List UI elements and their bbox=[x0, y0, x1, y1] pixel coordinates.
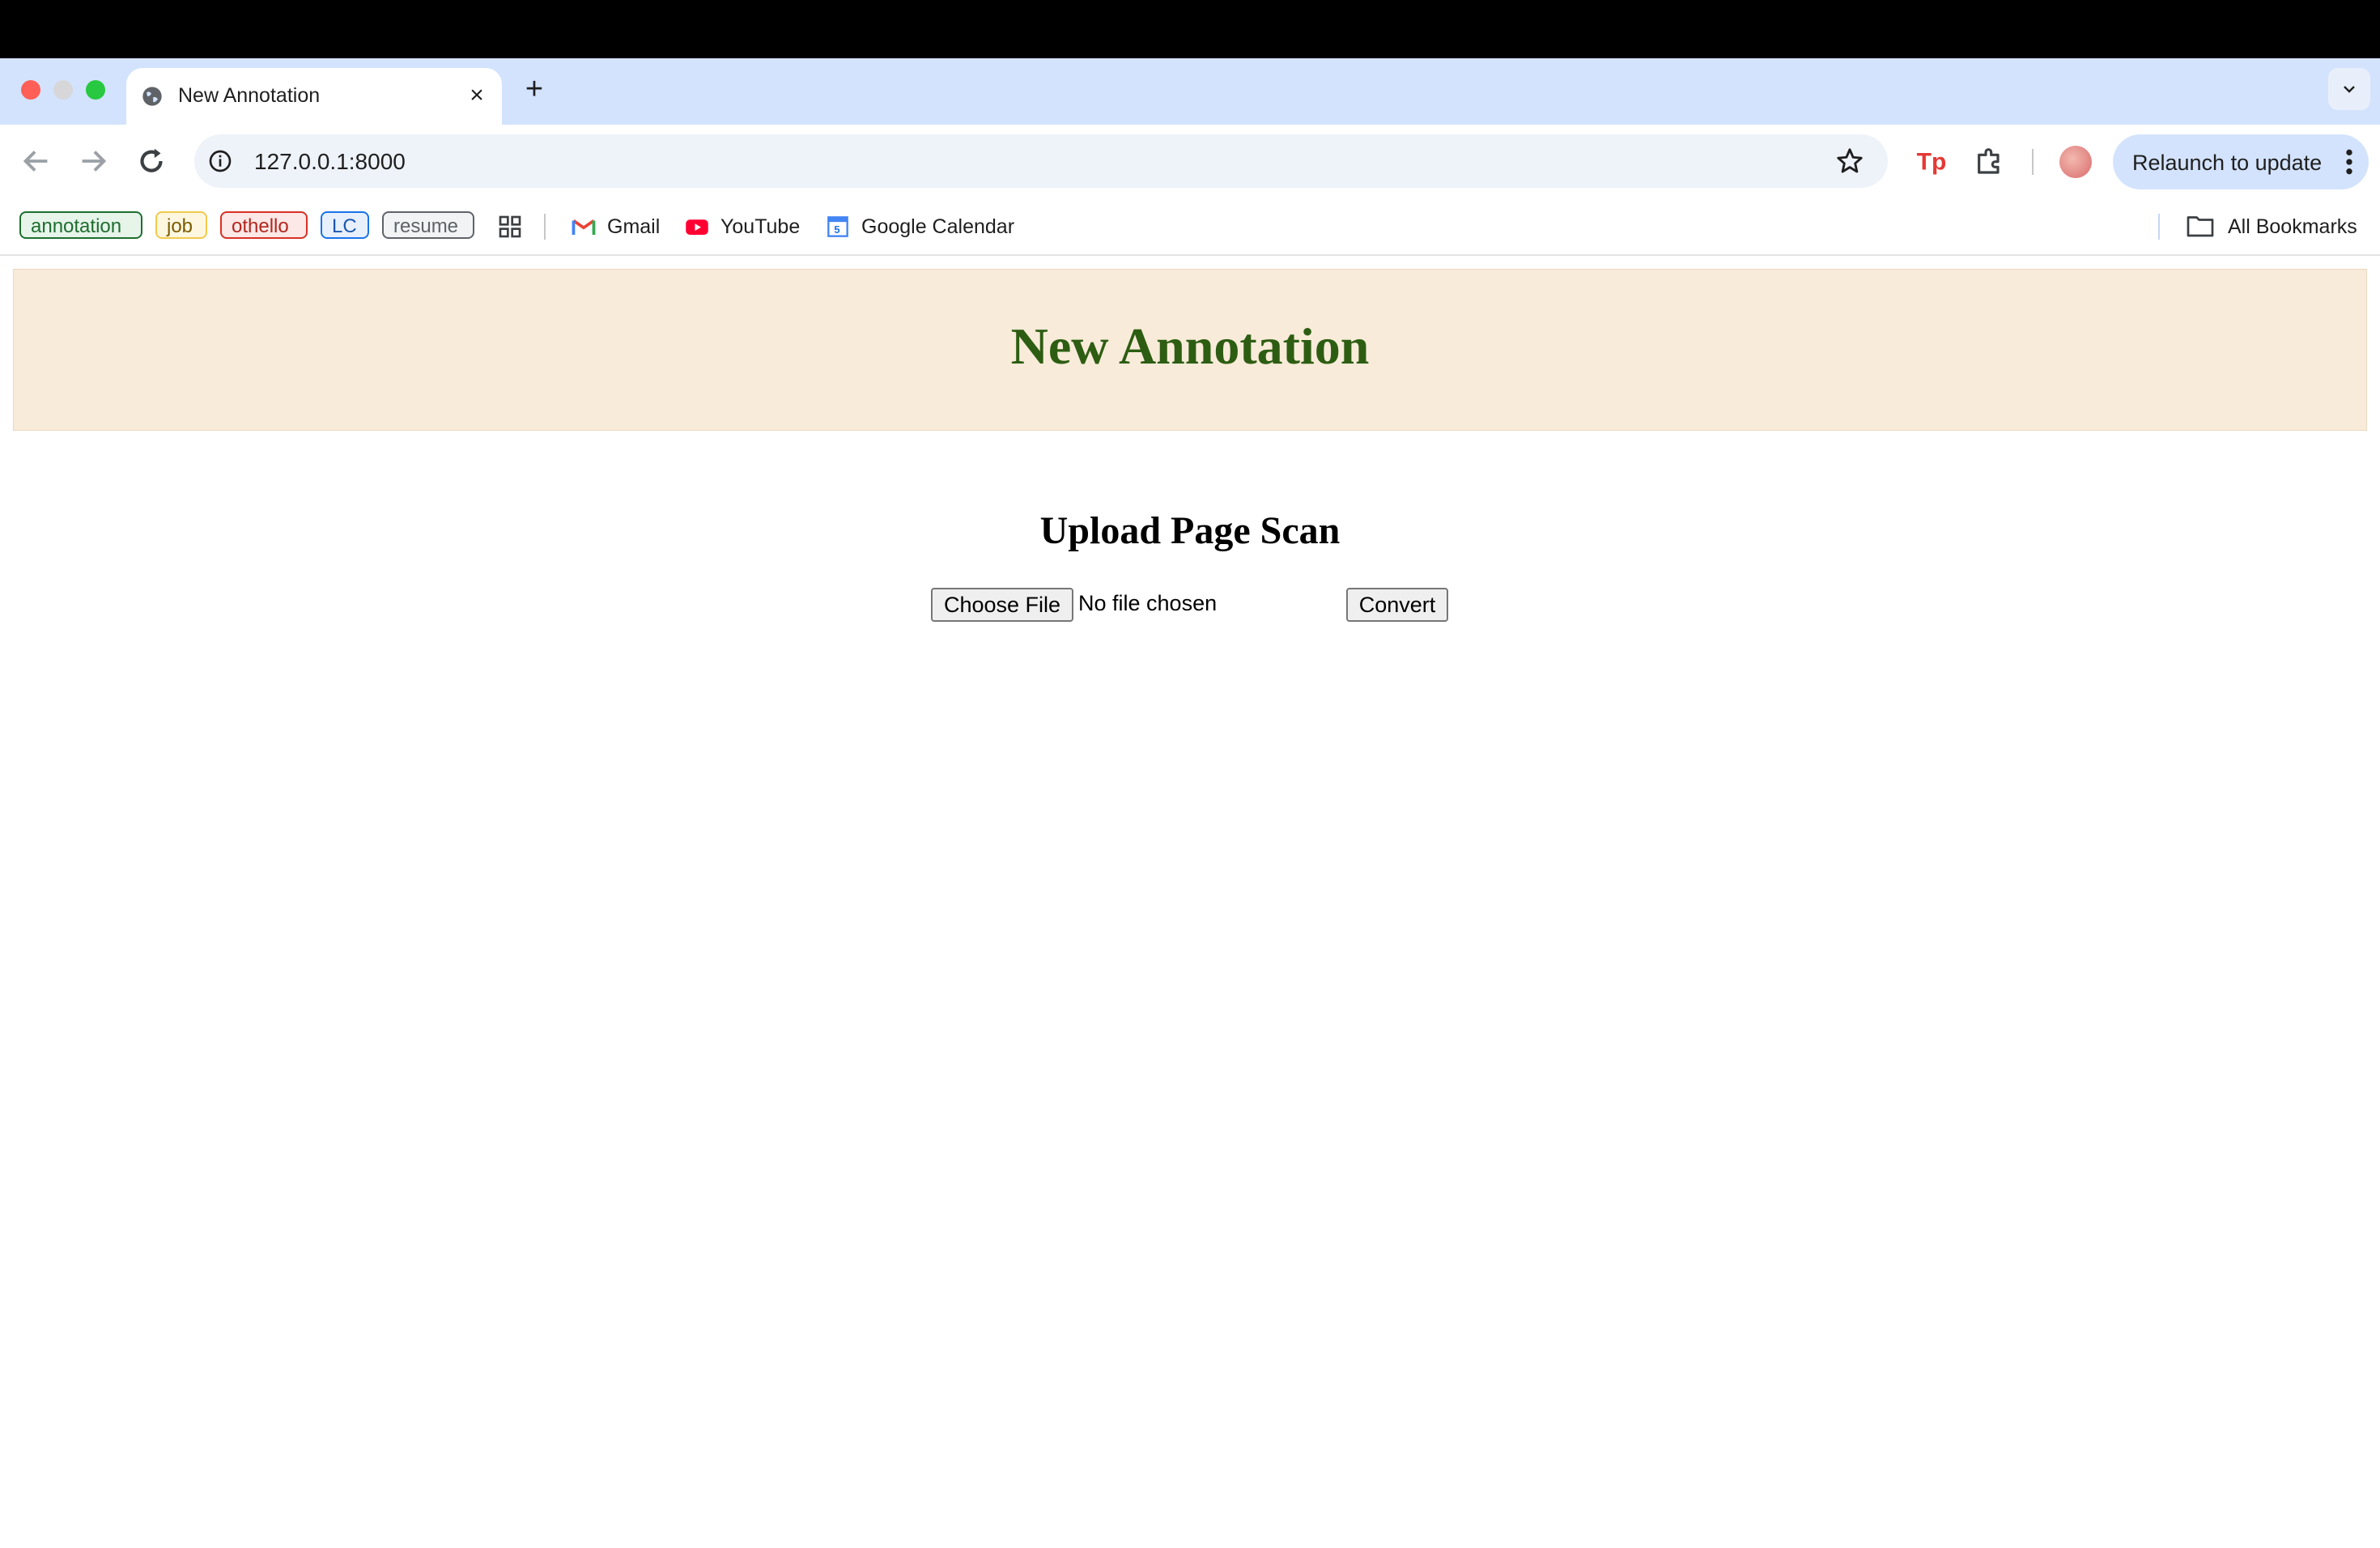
back-arrow-icon[interactable] bbox=[18, 142, 55, 180]
bookmark-google-calendar-label: Google Calendar bbox=[861, 215, 1015, 238]
maximize-window-button[interactable] bbox=[86, 80, 105, 100]
globe-icon bbox=[142, 87, 162, 106]
svg-text:Tp: Tp bbox=[1917, 149, 1947, 176]
forward-arrow-icon[interactable] bbox=[74, 142, 112, 180]
youtube-icon bbox=[686, 219, 708, 235]
page-content: New Annotation Upload Page Scan Choose F… bbox=[0, 256, 2380, 1548]
browser-toolbar: 127.0.0.1:8000 Tp Relaunch to update bbox=[0, 125, 2380, 199]
close-tab-icon[interactable]: × bbox=[463, 82, 491, 109]
toolbar-divider bbox=[2032, 149, 2034, 175]
svg-text:5: 5 bbox=[834, 223, 839, 236]
profile-avatar[interactable] bbox=[2059, 146, 2092, 178]
bookmark-youtube[interactable]: YouTube bbox=[685, 214, 806, 241]
minimize-window-button[interactable] bbox=[53, 80, 73, 100]
page-title: New Annotation bbox=[1010, 317, 1370, 375]
choose-file-button[interactable]: Choose File bbox=[931, 588, 1073, 622]
tab-title: New Annotation bbox=[178, 84, 321, 107]
bookmark-chip-annotation[interactable]: annotation bbox=[19, 211, 142, 239]
tab-strip: New Annotation × + bbox=[0, 58, 2380, 125]
bookmark-chip-othello[interactable]: othello bbox=[220, 211, 308, 239]
upload-form: Choose File No file chosen Convert bbox=[931, 588, 1449, 623]
folder-icon[interactable] bbox=[2186, 214, 2215, 238]
gmail-icon bbox=[572, 219, 596, 235]
tp-extension-icon[interactable]: Tp bbox=[1915, 144, 1948, 176]
address-bar[interactable]: 127.0.0.1:8000 bbox=[194, 134, 1888, 188]
extensions-puzzle-icon[interactable] bbox=[1974, 144, 2006, 176]
relaunch-label: Relaunch to update bbox=[2132, 151, 2323, 175]
new-tab-icon[interactable]: + bbox=[518, 73, 550, 105]
file-status-text: No file chosen bbox=[1078, 591, 1218, 615]
apps-grid-icon[interactable] bbox=[497, 214, 523, 240]
bookmark-chip-job[interactable]: job bbox=[155, 211, 207, 239]
bookmark-youtube-label: YouTube bbox=[720, 215, 801, 238]
tab-search-button[interactable] bbox=[2328, 68, 2370, 110]
all-bookmarks-label[interactable]: All Bookmarks bbox=[2228, 215, 2357, 239]
bookmark-gmail[interactable]: Gmail bbox=[572, 214, 669, 241]
bookmark-google-calendar[interactable]: 5 Google Calendar bbox=[826, 214, 1028, 241]
page-banner: New Annotation bbox=[13, 269, 2367, 431]
bookmark-chip-resume[interactable]: resume bbox=[382, 211, 474, 239]
bookmarks-bar: annotation job othello LC resume Gmail Y… bbox=[0, 199, 2380, 256]
chevron-down-icon bbox=[2344, 86, 2355, 93]
close-window-button[interactable] bbox=[21, 80, 40, 100]
bookmark-star-icon[interactable] bbox=[1834, 146, 1865, 176]
bookmark-gmail-label: Gmail bbox=[607, 215, 661, 238]
bookmarks-divider bbox=[544, 214, 546, 240]
reload-icon[interactable] bbox=[133, 142, 170, 180]
site-info-icon[interactable] bbox=[207, 148, 233, 174]
bookmark-chip-lc[interactable]: LC bbox=[321, 211, 369, 239]
screen-top-bar bbox=[0, 0, 2380, 58]
more-menu-icon[interactable] bbox=[2341, 146, 2357, 178]
convert-button[interactable]: Convert bbox=[1346, 588, 1448, 622]
tab-active[interactable]: New Annotation × bbox=[126, 68, 502, 125]
upload-section-title: Upload Page Scan bbox=[1039, 509, 1341, 552]
bookmarks-divider-right bbox=[2158, 214, 2160, 240]
url-text[interactable]: 127.0.0.1:8000 bbox=[254, 149, 406, 175]
calendar-icon: 5 bbox=[827, 216, 848, 237]
relaunch-button[interactable]: Relaunch to update bbox=[2113, 134, 2369, 189]
